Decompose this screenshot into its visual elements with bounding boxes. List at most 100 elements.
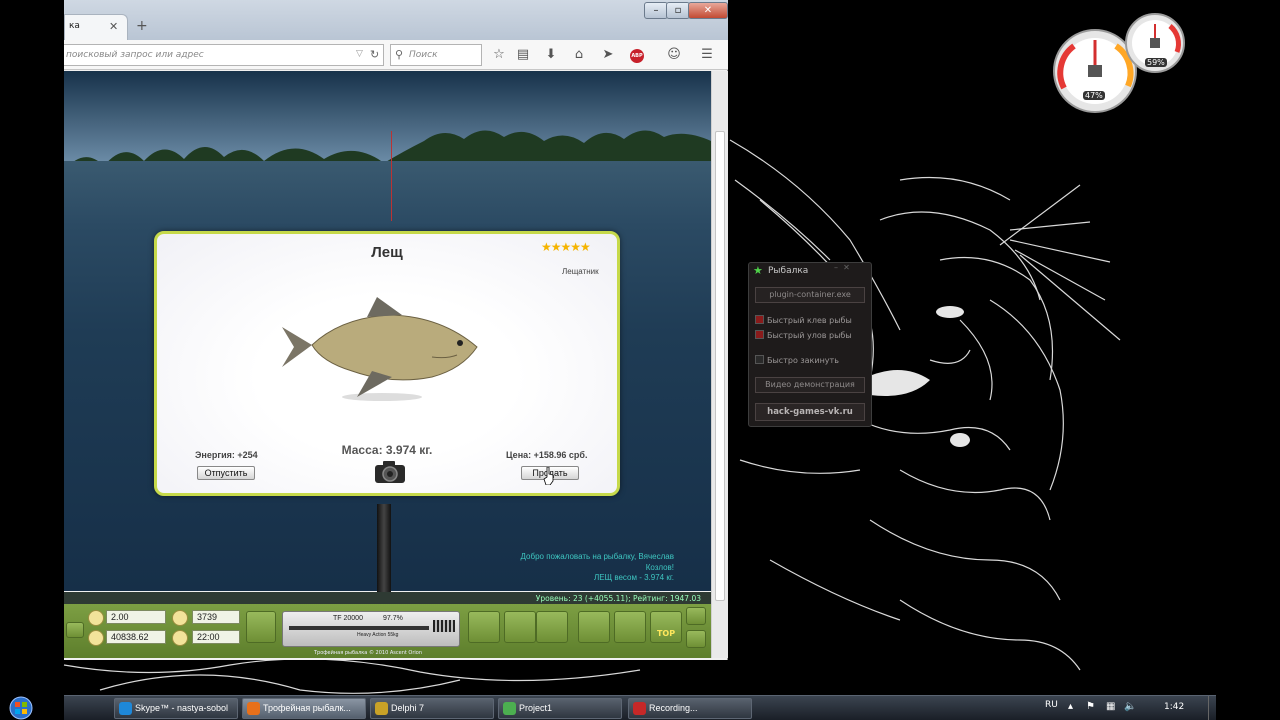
mouse-cursor-icon [543,467,554,485]
message-line: Добро пожаловать на рыбалку, Вячеслав [520,552,674,561]
taskbar-item-project1[interactable]: Project1 [498,698,622,719]
reel-icon[interactable] [246,611,276,643]
menu-icon[interactable]: ☰ [698,46,716,64]
address-bar-placeholder: поисковый запрос или адрес [66,50,204,60]
rod-bar [289,626,429,630]
hud-field-time: 22:00 [192,630,240,644]
group-icon[interactable] [614,611,646,643]
recording-icon [633,702,646,715]
top-rating-icon[interactable]: TOP [650,611,682,643]
hud-left-arrow[interactable] [66,622,84,638]
option-label: Быстрый клев рыбы [767,316,852,325]
taskbar-item-firefox[interactable]: Трофейная рыбалк... [242,698,366,719]
minimize-button[interactable]: – [644,2,668,19]
skype-icon [119,702,132,715]
trainer-title: Рыбалка [768,266,809,276]
trainer-window-controls[interactable]: – ✕ [834,263,850,272]
level-text: Уровень: 23 (+4055.11); Рейтинг: 1947.03 [535,594,701,603]
close-button[interactable]: ✕ [688,2,728,19]
fishing-rod [377,504,391,594]
taskbar-item-label: Трофейная рыбалк... [263,703,351,713]
volume-icon[interactable]: 🔈 [1124,701,1136,712]
checkbox[interactable] [755,330,764,339]
float-slot-icon[interactable] [504,611,536,643]
option-fast-catch[interactable]: Быстрый улов рыбы [755,330,852,340]
send-icon[interactable]: ➤ [599,46,617,64]
energy-icon [172,610,188,626]
project-icon [503,702,516,715]
tab-close-icon[interactable]: ✕ [109,20,118,33]
message-line: Козлов! [645,562,674,572]
taskbar-item-label: Project1 [519,703,553,713]
taskbar-item-skype[interactable]: Skype™ - nastya-sobol [114,698,238,719]
tray-expand-icon[interactable]: ▴ [1068,701,1073,712]
rating-stars: ★★★★★ [541,240,591,254]
download-icon[interactable]: ⬇ [542,46,560,64]
camera-icon[interactable] [373,459,407,485]
bag-icon[interactable] [686,607,706,625]
star-icon: ★ [753,264,763,277]
new-tab-icon[interactable]: + [136,18,148,34]
checkbox[interactable] [755,315,764,324]
firefox-window: ка ✕ + – ▫ ✕ поисковый запрос или адрес … [64,0,728,660]
home-icon[interactable]: ⌂ [570,46,588,64]
search-input[interactable]: ⚲ Поиск [390,44,482,66]
taskbar-item-recording[interactable]: Recording... [628,698,752,719]
option-fast-bite[interactable]: Быстрый клев рыбы [755,315,852,325]
catch-dialog: Лещ ★★★★★ Лещатник Энергия: +254 Масса: … [154,231,620,496]
desktop: 47% 59% ка ✕ + – ▫ ✕ поисковый запрос ил… [0,0,1280,720]
hud-field-money: 2.00 [106,610,166,624]
dropdown-icon[interactable]: ▽ [356,49,363,59]
rod-sub: Heavy Action 55kg [357,632,399,638]
tab-bar: ка ✕ + – ▫ ✕ [64,0,728,40]
friends-icon[interactable] [578,611,610,643]
network-icon[interactable]: ▦ [1106,701,1115,712]
search-icon: ⚲ [395,48,404,61]
delphi-icon [375,702,388,715]
bookmarks-list-icon[interactable]: ▤ [514,46,532,64]
cpu-percent: 47% [1083,91,1105,100]
hud-field-energy: 3739 [192,610,240,624]
hud-field-balance: 40838.62 [106,630,166,644]
language-indicator[interactable]: RU [1045,700,1058,710]
vertical-scrollbar[interactable] [711,71,728,658]
checkbox[interactable] [755,355,764,364]
fishing-line [391,131,392,221]
navigation-toolbar: поисковый запрос или адрес ▽ ↻ ⚲ Поиск ☆… [64,40,728,70]
flag-icon[interactable]: ⚑ [1086,701,1095,712]
rod-model: TF 20000 [333,615,363,622]
message-line: ЛЕЩ весом - 3.974 кг. [594,573,674,582]
fish-subtype: Лещатник [562,267,599,276]
adblock-icon[interactable]: ABP [630,49,644,63]
chat-icon[interactable]: ☺ [665,46,683,64]
taskbar-item-delphi[interactable]: Delphi 7 [370,698,494,719]
copyright-text: Трофейная рыбалка © 2010 Ascent Orion [314,650,423,656]
process-field[interactable]: plugin-container.exe [755,287,865,303]
maximize-button[interactable]: ▫ [666,2,690,19]
option-label: Быстрый улов рыбы [767,331,852,340]
tab-title: ка [69,21,80,31]
rod-percent: 97.7% [383,615,403,622]
tab-fishing-game[interactable]: ка ✕ [64,14,128,40]
clock[interactable]: 1:42 [1164,702,1184,712]
tackle-panel[interactable]: TF 20000 97.7% Heavy Action 55kg [282,611,460,647]
money-icon [88,610,104,626]
clock-icon [172,630,188,646]
show-desktop-button[interactable] [1208,696,1216,720]
search-placeholder: Поиск [409,50,438,60]
line-slot-icon[interactable] [468,611,500,643]
address-bar[interactable]: поисковый запрос или адрес ▽ ↻ [64,44,384,66]
reload-icon[interactable]: ↻ [370,48,379,61]
bookmark-star-icon[interactable]: ☆ [490,46,508,64]
windows-start-icon[interactable] [5,696,37,720]
video-demo-button[interactable]: Видео демонстрация [755,377,865,393]
hook-slot-icon[interactable] [536,611,568,643]
scrollbar-thumb[interactable] [715,131,725,601]
option-fast-cast[interactable]: Быстро закинуть [755,355,839,365]
trophy-icon[interactable] [686,630,706,648]
trainer-window: ★ Рыбалка – ✕ plugin-container.exe Быстр… [748,262,872,427]
site-link[interactable]: hack-games-vk.ru [755,403,865,421]
release-button[interactable]: Отпустить [197,466,255,480]
game-viewport: Лещ ★★★★★ Лещатник Энергия: +254 Масса: … [64,71,711,658]
firefox-icon [247,702,260,715]
